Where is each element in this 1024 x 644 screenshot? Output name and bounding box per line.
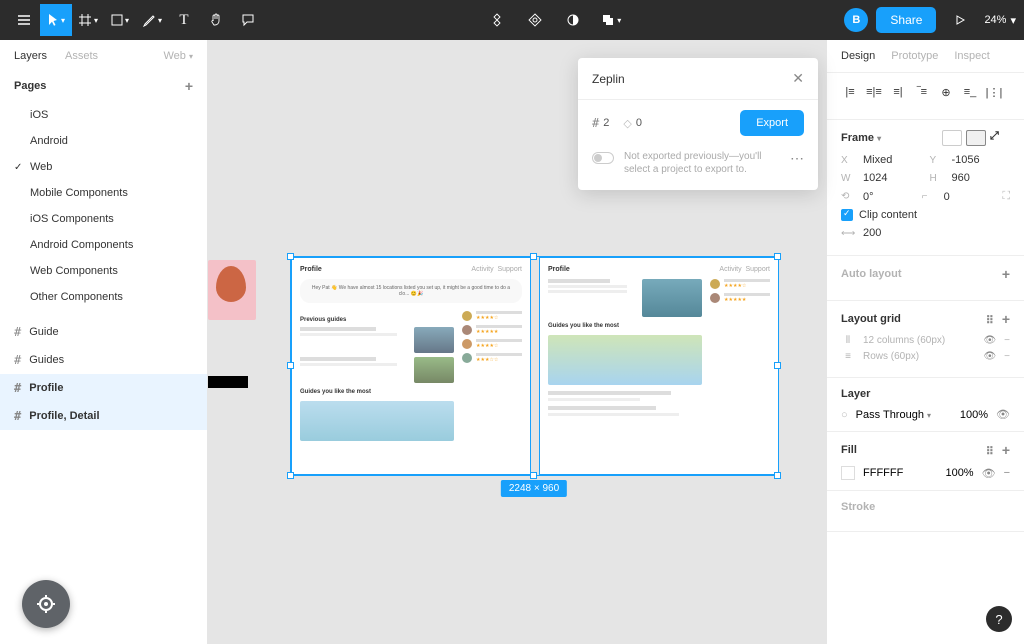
page-web[interactable]: Web [0, 154, 207, 180]
contrast-icon[interactable] [557, 4, 589, 36]
selection-box: Profile ProfileActivity Support Hey Pat … [290, 256, 778, 476]
top-toolbar: ▾ ▾ ▾ ▾ T ▾ B Share 24%▾ [0, 0, 1024, 40]
grid-columns[interactable]: ⦀12 columns (60px)👁− [841, 335, 1010, 346]
export-button[interactable]: Export [740, 110, 804, 136]
blend-mode-dropdown[interactable]: Pass Through ▾ [856, 409, 931, 421]
fill-opacity-field[interactable]: 100% [945, 467, 973, 479]
add-autolayout-icon[interactable]: + [1002, 266, 1010, 282]
align-bottom-icon[interactable]: ≡_ [961, 83, 979, 101]
h-field[interactable]: 960 [952, 172, 1011, 184]
zeplin-toggle[interactable] [592, 152, 614, 164]
tab-layers[interactable]: Layers [14, 50, 47, 62]
tab-design[interactable]: Design [841, 50, 875, 62]
zeplin-component-count: ◇0 [623, 117, 642, 130]
layer-profile-detail[interactable]: #Profile, Detail [0, 402, 207, 430]
zoom-level[interactable]: 24%▾ [984, 14, 1016, 27]
page-android-components[interactable]: Android Components [0, 232, 207, 258]
pen-tool[interactable]: ▾ [136, 4, 168, 36]
add-grid-icon[interactable]: + [1002, 311, 1010, 327]
tab-assets[interactable]: Assets [65, 50, 98, 62]
right-panel: Design Prototype Inspect |≡ ≡|≡ ≡| ‾≡ ⊕ … [826, 40, 1024, 644]
grid-settings-icon[interactable]: ⠿ [986, 315, 994, 327]
comment-tool[interactable] [232, 4, 264, 36]
add-fill-icon[interactable]: + [1002, 442, 1010, 458]
grid1-visibility-icon[interactable]: 👁 [983, 335, 996, 346]
component-icon[interactable] [481, 4, 513, 36]
rotation-field[interactable]: 0° [863, 191, 914, 203]
resize-fit-icon[interactable]: ⤢ [990, 130, 1010, 146]
align-right-icon[interactable]: ≡| [889, 83, 907, 101]
constrain-field[interactable]: 200 [863, 227, 1010, 239]
layer-visibility-icon[interactable]: 👁 [996, 408, 1010, 421]
avatar[interactable]: B [844, 8, 868, 32]
shape-tool[interactable]: ▾ [104, 4, 136, 36]
close-icon[interactable]: ✕ [792, 70, 804, 87]
add-page-icon[interactable]: + [185, 78, 193, 94]
hand-tool[interactable] [200, 4, 232, 36]
align-vcenter-icon[interactable]: ⊕ [937, 83, 955, 101]
layer-guides[interactable]: #Guides [0, 346, 207, 374]
fill-hex-field[interactable]: FFFFFF [863, 467, 903, 479]
lens-icon[interactable] [22, 580, 70, 628]
page-web-components[interactable]: Web Components [0, 258, 207, 284]
y-field[interactable]: -1056 [952, 154, 1011, 166]
tab-prototype[interactable]: Prototype [891, 50, 938, 62]
align-top-icon[interactable]: ‾≡ [913, 83, 931, 101]
move-tool[interactable]: ▾ [40, 4, 72, 36]
more-icon[interactable]: ⋯ [790, 150, 804, 167]
union-icon[interactable]: ▾ [595, 4, 627, 36]
clip-content-checkbox[interactable] [841, 209, 853, 221]
zeplin-note: Not exported previously—you'll select a … [624, 150, 780, 176]
page-android[interactable]: Android [0, 128, 207, 154]
selection-size-badge: 2248 × 960 [501, 480, 567, 497]
zeplin-frame-count: #2 [592, 116, 609, 130]
frame-tool[interactable]: ▾ [72, 4, 104, 36]
align-left-icon[interactable]: |≡ [841, 83, 859, 101]
mask-icon[interactable] [519, 4, 551, 36]
layer-opacity-field[interactable]: 100% [960, 409, 988, 421]
fill-swatch[interactable] [841, 466, 855, 480]
grid2-visibility-icon[interactable]: 👁 [983, 351, 996, 362]
align-hcenter-icon[interactable]: ≡|≡ [865, 83, 883, 101]
w-field[interactable]: 1024 [863, 172, 922, 184]
fill-visibility-icon[interactable]: 👁 [982, 467, 996, 480]
page-ios[interactable]: iOS [0, 102, 207, 128]
frame-portrait-icon[interactable] [942, 130, 962, 146]
page-dropdown[interactable]: Web ▾ [164, 50, 194, 62]
frame-landscape-icon[interactable] [966, 130, 986, 146]
page-ios-components[interactable]: iOS Components [0, 206, 207, 232]
artboard-thumb-peek [208, 260, 256, 320]
radius-field[interactable]: 0 [944, 191, 995, 203]
page-other-components[interactable]: Other Components [0, 284, 207, 310]
zeplin-title: Zeplin [592, 72, 625, 86]
pages-header: Pages + [0, 70, 207, 102]
page-mobile-components[interactable]: Mobile Components [0, 180, 207, 206]
x-field[interactable]: Mixed [863, 154, 922, 166]
tab-inspect[interactable]: Inspect [954, 50, 989, 62]
fill-style-icon[interactable]: ⠿ [986, 446, 994, 458]
artboard-thumb-peek2 [208, 376, 248, 388]
zeplin-panel: Zeplin ✕ #2 ◇0 Export Not exported previ… [578, 58, 818, 190]
layer-profile[interactable]: #Profile [0, 374, 207, 402]
left-panel: Layers Assets Web ▾ Pages + iOS Android … [0, 40, 208, 644]
grid-rows[interactable]: ≡Rows (60px)👁− [841, 351, 1010, 362]
distribute-icon[interactable]: |⋮| [985, 83, 1003, 101]
artboard-profile[interactable]: Profile ProfileActivity Support Hey Pat … [291, 257, 531, 475]
help-icon[interactable]: ? [986, 606, 1012, 632]
menu-icon[interactable] [8, 4, 40, 36]
text-tool[interactable]: T [168, 4, 200, 36]
present-icon[interactable] [944, 4, 976, 36]
artboard-profile-detail[interactable]: Profile, Detail ProfileActivity Support … [539, 257, 779, 475]
share-button[interactable]: Share [876, 7, 936, 33]
layer-guide[interactable]: #Guide [0, 318, 207, 346]
